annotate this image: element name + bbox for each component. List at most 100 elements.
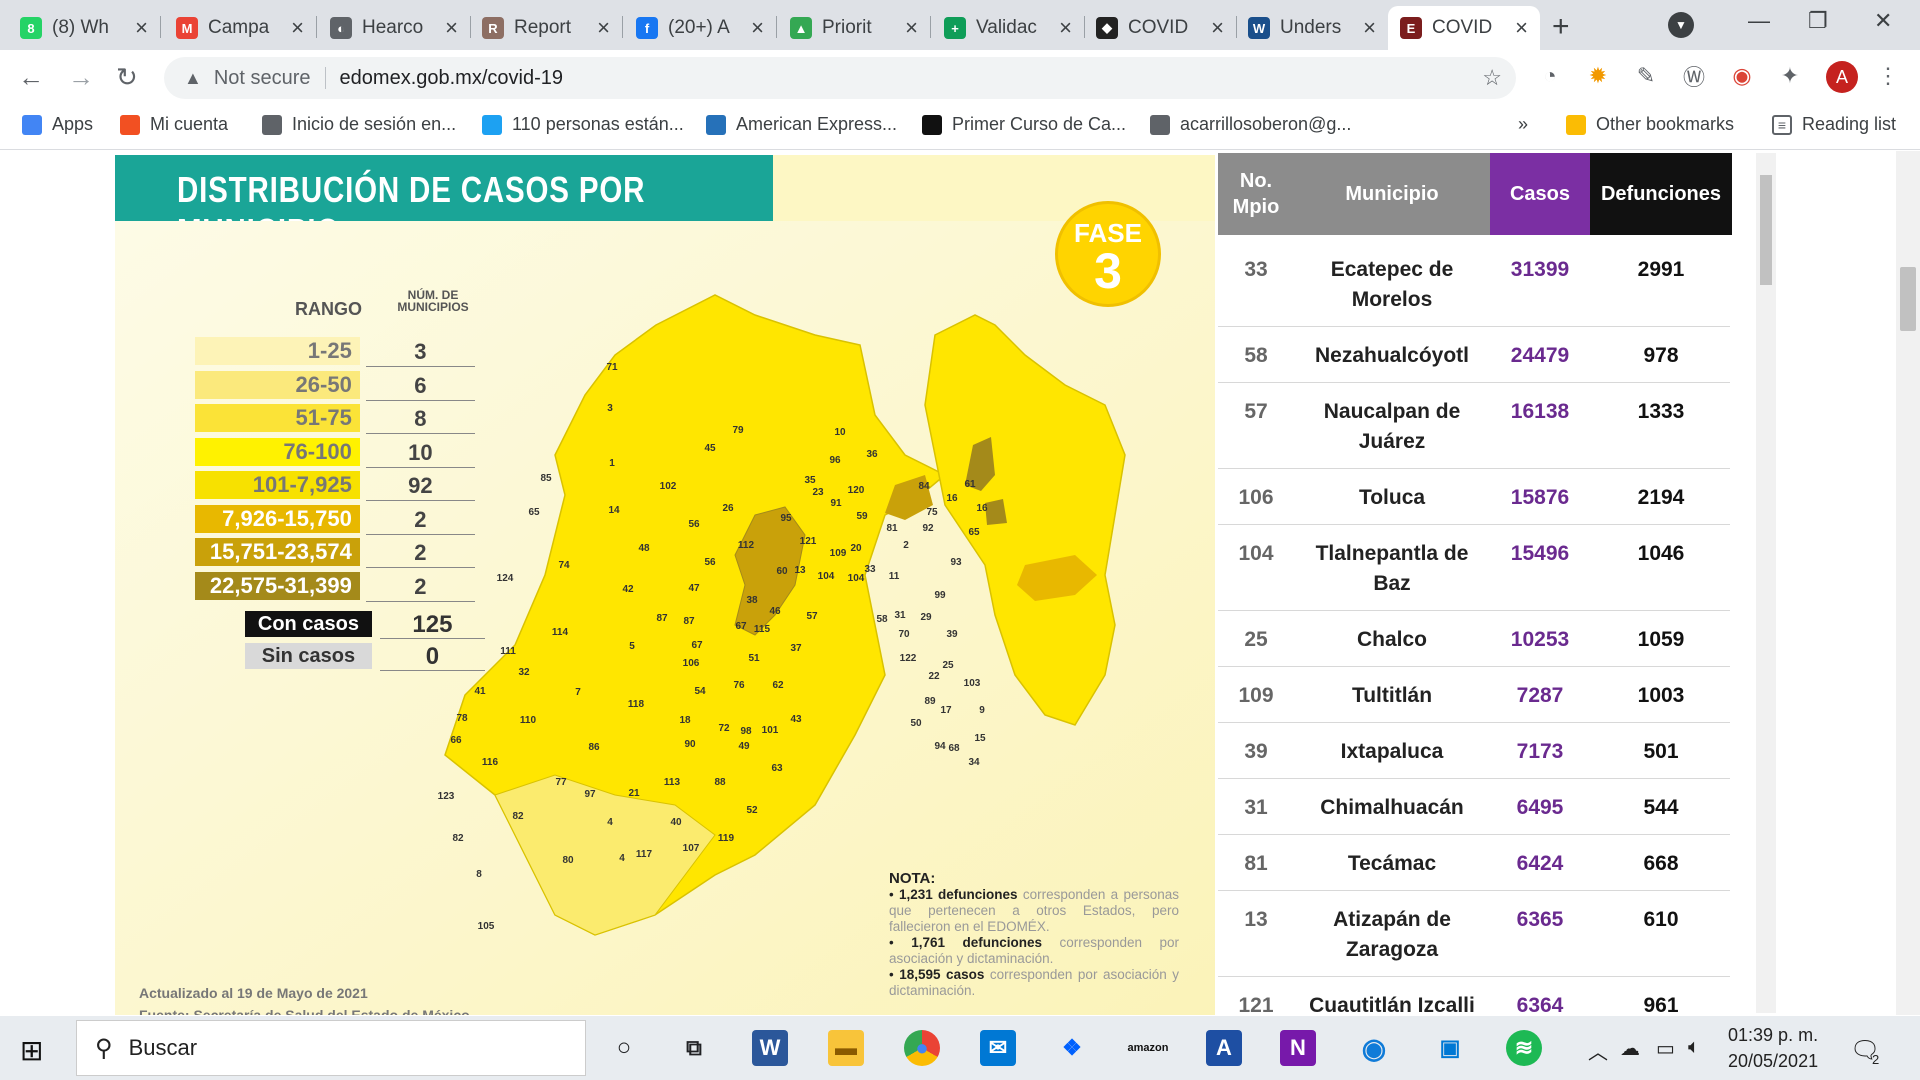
tab-close-icon[interactable]: × <box>1363 15 1376 41</box>
volume-icon[interactable]: 🔈︎ <box>1688 1036 1700 1059</box>
tab-close-icon[interactable]: × <box>905 15 918 41</box>
municipality-label: 84 <box>918 481 930 492</box>
tab-close-icon[interactable]: × <box>1515 15 1528 41</box>
reading-list-button[interactable]: ≡ Reading list <box>1772 114 1896 135</box>
wordpress-extension-icon[interactable]: Ⓦ <box>1680 62 1708 90</box>
task-view-icon[interactable]: ⧉ <box>676 1030 712 1066</box>
source-text: Fuente: Secretaría de Salud del Estado d… <box>139 1007 470 1015</box>
municipality-label: 34 <box>968 757 980 768</box>
mail-app-icon[interactable]: ✉ <box>980 1030 1016 1066</box>
tab-close-icon[interactable]: × <box>751 15 764 41</box>
restore-button[interactable]: ❐ <box>1808 8 1828 34</box>
municipality-label: 88 <box>714 777 726 788</box>
cell-casos: 6365 <box>1516 908 1564 931</box>
tab-2[interactable]: M Campa × <box>164 6 316 50</box>
municipality-label: 7 <box>575 687 581 698</box>
tab-1[interactable]: 8 (8) Wh × <box>8 6 160 50</box>
battery-icon[interactable]: ▭ <box>1656 1036 1675 1061</box>
tab-10[interactable]: E COVID × <box>1388 6 1540 50</box>
folder-icon <box>1566 114 1586 135</box>
tab-5[interactable]: f (20+) A × <box>624 6 776 50</box>
tab-close-icon[interactable]: × <box>291 15 304 41</box>
page-scrollbar[interactable] <box>1896 151 1920 1015</box>
legend-range: 7,926-15,750 <box>195 504 360 533</box>
chrome-app-icon[interactable]: ● <box>904 1030 940 1066</box>
bookmark-item[interactable]: acarrillosoberon@g... <box>1150 114 1351 135</box>
forward-button[interactable]: → <box>68 62 94 93</box>
close-window-button[interactable]: ✕ <box>1874 8 1892 34</box>
municipality-label: 86 <box>588 742 600 753</box>
bookmark-star-icon[interactable]: ☆ <box>1482 65 1502 91</box>
municipality-label: 4 <box>607 817 613 828</box>
glasses-extension-icon[interactable]: ◔ <box>1536 62 1564 90</box>
security-label[interactable]: Not secure <box>214 67 311 90</box>
cell-no-mpio: 39 <box>1244 740 1268 763</box>
municipality-label: 16 <box>976 503 988 514</box>
table-row: 39 Ixtapaluca 7173 501 <box>1218 723 1730 779</box>
municipality-label: 23 <box>812 487 824 498</box>
tab-close-icon[interactable]: × <box>1211 15 1224 41</box>
tab-4[interactable]: R Report × <box>470 6 622 50</box>
warning-icon[interactable]: ▲ <box>184 68 202 89</box>
tray-chevron-icon[interactable]: ︿ <box>1588 1036 1608 1065</box>
tab-close-icon[interactable]: × <box>445 15 458 41</box>
tab-3[interactable]: ◐ Hearco × <box>318 6 470 50</box>
settings-extension-icon[interactable]: ✹ <box>1584 62 1612 90</box>
tab-9[interactable]: W Unders × <box>1236 6 1388 50</box>
color-extension-icon[interactable]: ◉ <box>1728 62 1756 90</box>
cortana-icon[interactable]: ○ <box>606 1030 642 1066</box>
bookmark-item[interactable]: Primer Curso de Ca... <box>922 114 1126 135</box>
windows-start-icon[interactable]: ⊞ <box>20 1034 43 1067</box>
profile-avatar[interactable]: A <box>1826 61 1858 93</box>
url-text[interactable]: edomex.gob.mx/covid-19 <box>340 67 563 90</box>
bookmark-item[interactable]: Apps <box>22 114 93 135</box>
bookmark-item[interactable]: American Express... <box>706 114 897 135</box>
bookmark-item[interactable]: Inicio de sesión en... <box>262 114 456 135</box>
iframe-scrollbar[interactable] <box>1756 153 1776 1013</box>
back-button[interactable]: ← <box>18 62 44 93</box>
bookmark-item[interactable]: 110 personas están... <box>482 114 684 135</box>
tab-strip: + ▼ — ❐ ✕ 8 (8) Wh × M Campa × ◐ Hearco × R Report… <box>0 0 1920 50</box>
spotify-app-icon[interactable]: ≋ <box>1506 1030 1542 1066</box>
other-bookmarks-folder[interactable]: Other bookmarks <box>1566 114 1734 135</box>
tab-separator <box>776 16 777 38</box>
cell-no-mpio: 106 <box>1238 486 1274 509</box>
dropbox-app-icon[interactable]: ❖ <box>1054 1030 1090 1066</box>
amazon-app-icon[interactable]: amazon <box>1128 1030 1169 1066</box>
tab-8[interactable]: ◆ COVID × <box>1084 6 1236 50</box>
address-bar[interactable]: ▲ Not secure edomex.gob.mx/covid-19 ☆ <box>164 57 1516 99</box>
browser-toolbar: ← → ↻ ▲ Not secure edomex.gob.mx/covid-1… <box>0 50 1920 106</box>
eyedropper-extension-icon[interactable]: ✎ <box>1632 62 1660 90</box>
onedrive-icon[interactable]: ☁ <box>1620 1036 1640 1061</box>
iframe-scrollbar-thumb[interactable] <box>1760 175 1772 285</box>
extensions-puzzle-icon[interactable]: ✦ <box>1776 62 1804 90</box>
tab-search-button[interactable]: ▼ <box>1668 12 1694 38</box>
municipality-label: 3 <box>607 403 613 414</box>
bookmark-item[interactable]: Mi cuenta <box>120 114 228 135</box>
minimize-button[interactable]: — <box>1748 8 1770 34</box>
tab-close-icon[interactable]: × <box>135 15 148 41</box>
tab-6[interactable]: ▲ Priorit × <box>778 6 930 50</box>
tab-close-icon[interactable]: × <box>1059 15 1072 41</box>
a-app-icon[interactable]: A <box>1206 1030 1242 1066</box>
tab-close-icon[interactable]: × <box>597 15 610 41</box>
cell-municipio: Tlalnepantla de Baz <box>1315 542 1469 595</box>
word-app-icon[interactable]: W <box>752 1030 788 1066</box>
header-defunciones: Defunciones <box>1590 153 1732 235</box>
municipality-label: 95 <box>780 513 792 524</box>
onenote-app-icon[interactable]: N <box>1280 1030 1316 1066</box>
cell-casos: 31399 <box>1510 258 1570 281</box>
edge-app-icon[interactable]: ◉ <box>1356 1030 1392 1066</box>
taskbar-search-box[interactable]: ⚲ Buscar <box>76 1020 586 1076</box>
more-bookmarks-button[interactable]: » <box>1518 114 1528 135</box>
municipality-label: 76 <box>733 680 745 691</box>
other-bookmarks-label: Other bookmarks <box>1596 114 1735 134</box>
menu-kebab-icon[interactable]: ⋮ <box>1874 62 1902 90</box>
reload-button[interactable]: ↻ <box>116 62 138 93</box>
tab-7[interactable]: + Validac × <box>932 6 1084 50</box>
file-explorer-icon[interactable]: ▬ <box>828 1030 864 1066</box>
taskbar-clock[interactable]: 01:39 p. m. 20/05/2021 <box>1728 1022 1818 1074</box>
page-scrollbar-thumb[interactable] <box>1900 267 1916 331</box>
remote-desktop-icon[interactable]: ▣ <box>1432 1030 1468 1066</box>
new-tab-button[interactable]: + <box>1552 10 1570 44</box>
